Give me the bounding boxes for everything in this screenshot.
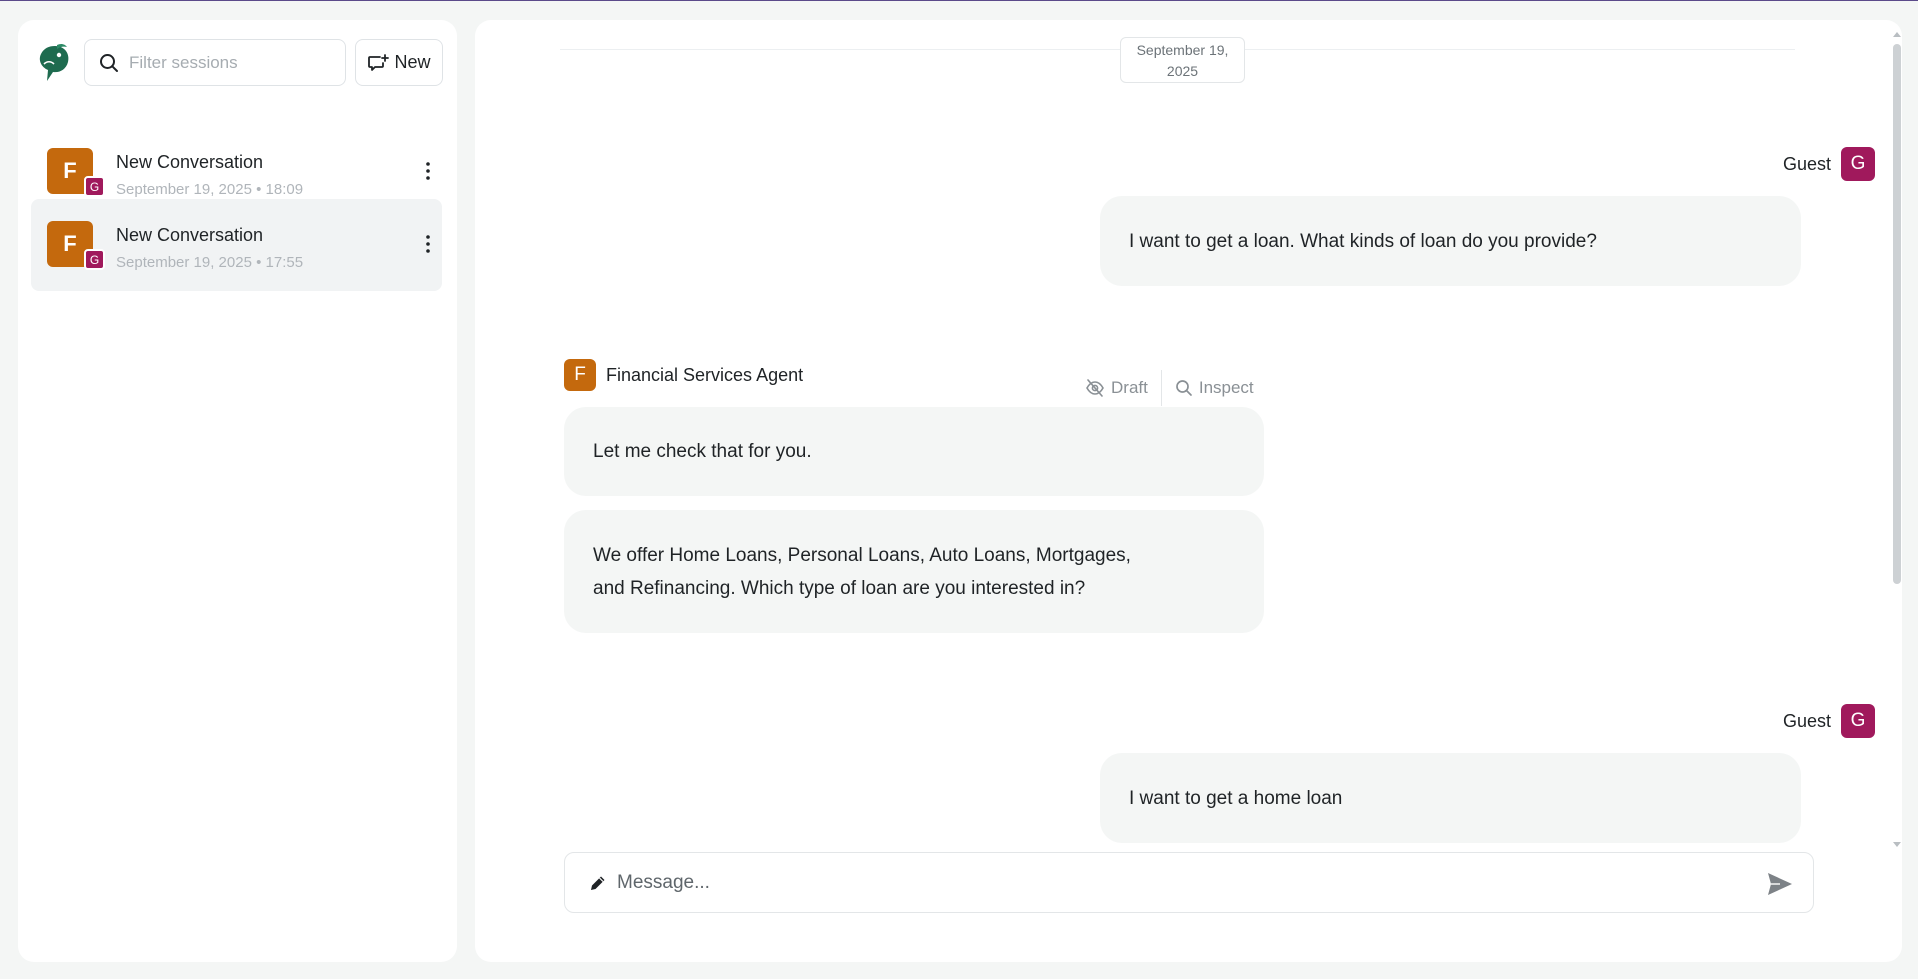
more-vertical-icon — [426, 162, 430, 180]
session-search-box[interactable] — [84, 39, 346, 86]
eye-off-icon — [1086, 379, 1104, 397]
message-text: I want to get a loan. What kinds of loan… — [1129, 230, 1597, 252]
inspect-label: Inspect — [1198, 378, 1254, 397]
guest-badge: G — [84, 249, 105, 270]
new-session-button[interactable]: New — [355, 39, 443, 86]
agent-sender-row: F Financial Services Agent — [564, 359, 803, 391]
guest-message-bubble: I want to get a loan. What kinds of loan… — [1100, 196, 1801, 286]
message-text: I want to get a home loan — [1129, 787, 1343, 809]
guest-message-bubble: I want to get a home loan — [1100, 753, 1801, 843]
guest-sender-row: Guest G — [1665, 147, 1875, 181]
sender-name: Guest — [1782, 710, 1831, 731]
agent-message-bubble: Let me check that for you. — [564, 407, 1264, 496]
session-title: New Conversation — [116, 225, 264, 245]
guest-badge: G — [84, 176, 105, 197]
send-button[interactable] — [1765, 869, 1795, 899]
draft-button[interactable]: Draft — [1072, 378, 1161, 398]
draft-label: Draft — [1111, 378, 1148, 397]
parrot-logo-icon — [39, 43, 69, 81]
scroll-down-arrow[interactable] — [1893, 842, 1901, 847]
sender-name: Guest — [1782, 153, 1831, 174]
new-chat-icon — [368, 53, 390, 71]
inspect-button[interactable]: Inspect — [1162, 378, 1267, 398]
session-more-button[interactable] — [418, 229, 438, 259]
session-title: New Conversation — [116, 152, 264, 172]
send-icon — [1768, 873, 1792, 895]
chat-scrollbar[interactable] — [1893, 44, 1901, 584]
session-more-button[interactable] — [418, 156, 438, 186]
guest-sender-row: Guest G — [1665, 704, 1875, 738]
guest-avatar: G — [1841, 147, 1875, 181]
sidebar-header: New — [18, 20, 457, 110]
session-item-selected[interactable]: F G New Conversation September 19, 2025 … — [31, 199, 442, 291]
message-text: Let me check that for you. — [593, 441, 812, 462]
search-icon — [1175, 380, 1192, 396]
chat-panel: September 19, 2025 Guest G I want to get… — [475, 20, 1902, 962]
agent-avatar: F — [564, 359, 596, 391]
message-composer[interactable] — [564, 852, 1814, 913]
new-session-label: New — [394, 52, 431, 72]
pencil-icon — [591, 876, 605, 890]
guest-avatar: G — [1841, 704, 1875, 738]
session-date: September 19, 2025 • 18:09 — [116, 181, 304, 198]
scroll-up-arrow[interactable] — [1893, 32, 1901, 37]
date-separator: September 19, 2025 — [1120, 37, 1245, 83]
agent-message-bubble: We offer Home Loans, Personal Loans, Aut… — [564, 510, 1264, 633]
search-icon — [100, 53, 118, 72]
session-date: September 19, 2025 • 17:55 — [116, 254, 304, 271]
message-text: We offer Home Loans, Personal Loans, Aut… — [593, 544, 1131, 599]
session-search-input[interactable] — [129, 52, 319, 73]
sessions-sidebar: New F G New Conversation September 19, 2… — [18, 20, 457, 962]
more-vertical-icon — [426, 235, 430, 253]
message-input[interactable] — [617, 871, 1737, 894]
sender-name: Financial Services Agent — [606, 364, 804, 385]
